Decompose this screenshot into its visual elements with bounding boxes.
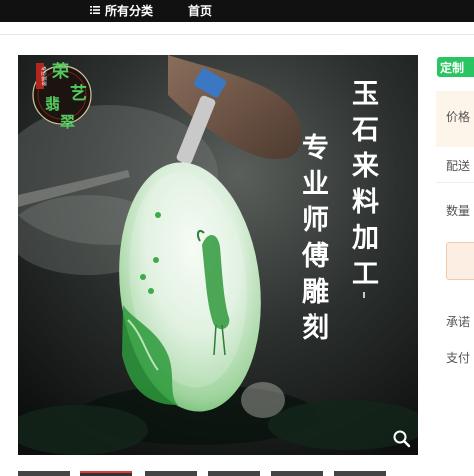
headline-char: 加 [352,223,379,254]
headline-char: 工 [352,259,379,290]
shipping-label: 配送 [446,159,471,173]
headline-char: 师 [302,205,329,236]
top-nav-bar: 所有分类 首页 [0,0,474,22]
product-main-image[interactable]: 荣 艺 翡 翠 专业翡翠 玉 石 来 料 加 工 专 业 师 傅 雕 刻 [18,55,418,455]
thumbnail-active[interactable] [80,471,132,476]
headline-char: 石 [351,115,379,146]
menu-icon [90,6,100,14]
headline-char: 傅 [301,241,329,272]
header-divider [0,34,474,35]
custom-badge: 定制 [437,57,474,77]
thumbnail[interactable] [145,471,197,476]
thumbnail[interactable] [18,471,70,476]
thumbnail[interactable] [208,471,260,476]
logo-char: 翡 [45,95,60,113]
all-categories-menu[interactable]: 所有分类 [90,2,153,18]
logo-small-text: 专业翡翠 [40,66,47,86]
headline-char: 专 [302,133,329,164]
magnifier-icon[interactable] [392,429,412,449]
thumbnail-strip [18,471,418,476]
headline-char: 业 [302,169,329,200]
headline-char: 料 [352,187,379,218]
section-divider [436,182,474,183]
all-categories-label: 所有分类 [105,3,154,18]
thumbnail[interactable] [271,471,323,476]
headline-char: 雕 [302,277,329,308]
thumbnail[interactable] [334,471,386,476]
home-link[interactable]: 首页 [188,2,212,18]
logo-char: 艺 [70,83,87,104]
price-label: 价格 [446,110,471,124]
headline-char: 玉 [352,79,379,110]
payment-label: 支付 [446,351,471,365]
promise-label: 承诺 [446,315,471,329]
headline-char: 来 [352,151,379,182]
buy-button[interactable] [446,242,474,280]
logo-char: 翠 [60,113,75,131]
quantity-label: 数量 [446,204,471,218]
logo-char: 荣 [51,62,69,82]
